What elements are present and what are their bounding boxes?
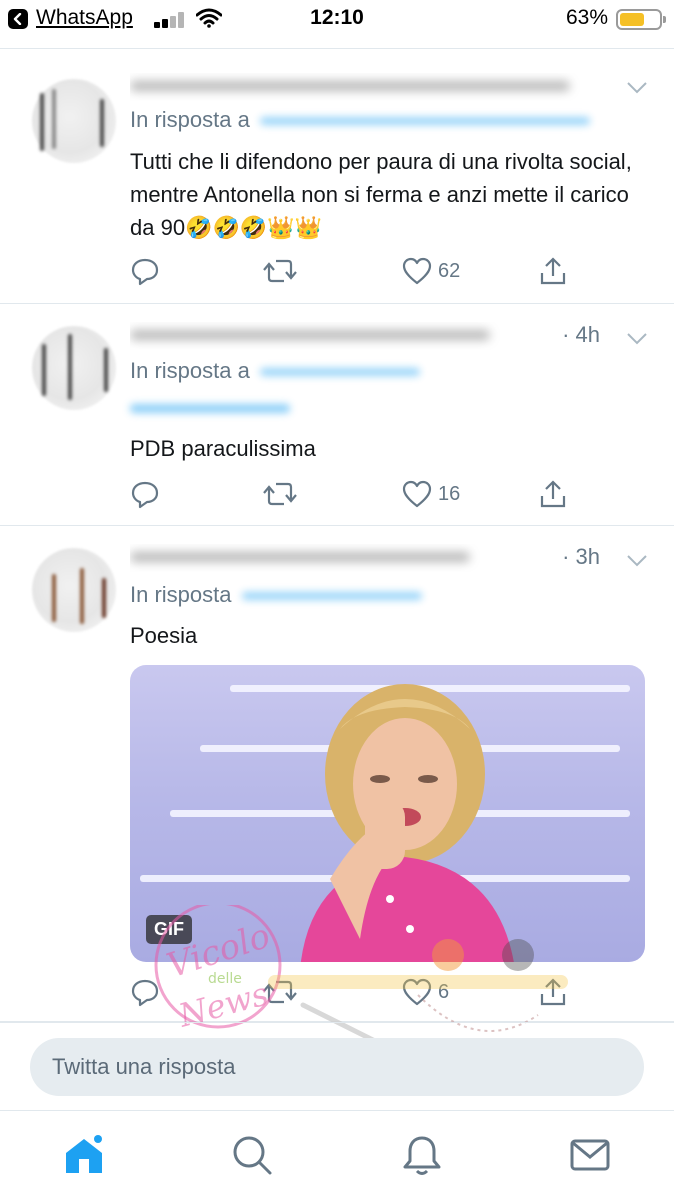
reply-prefix: In risposta xyxy=(130,582,232,607)
share-button[interactable] xyxy=(538,478,568,510)
retweet-icon xyxy=(263,259,297,283)
tweet[interactable]: In risposta a Tutti che li difendono per… xyxy=(0,49,674,304)
tab-home[interactable] xyxy=(62,1133,106,1177)
retweet-button[interactable] xyxy=(262,976,298,1008)
bell-icon xyxy=(403,1136,441,1175)
reply-button[interactable] xyxy=(130,478,160,510)
reply-handle-redacted[interactable] xyxy=(259,368,420,377)
search-icon xyxy=(233,1136,272,1175)
like-count: 6 xyxy=(438,980,450,1003)
heart-icon xyxy=(402,978,432,1006)
like-count: 62 xyxy=(438,259,461,282)
author-name-redacted[interactable]: · 4h xyxy=(130,322,600,350)
mail-icon xyxy=(570,1139,610,1171)
avatar[interactable] xyxy=(32,326,116,410)
reply-icon xyxy=(131,979,159,1007)
chevron-down-icon[interactable] xyxy=(626,554,648,568)
reply-handle-redacted[interactable] xyxy=(241,592,422,601)
reply-input[interactable] xyxy=(30,1038,644,1096)
home-icon xyxy=(66,1135,102,1173)
status-bar: WhatsApp 12:10 63% xyxy=(0,0,674,38)
reply-icon xyxy=(131,258,159,286)
tab-search[interactable] xyxy=(230,1133,274,1177)
share-icon xyxy=(540,480,566,508)
heart-icon xyxy=(402,480,432,508)
like-button[interactable]: 6 xyxy=(402,976,449,1008)
tweet-meta: · 3h xyxy=(562,544,600,569)
author-name-redacted[interactable]: · 3h xyxy=(130,544,600,572)
author-name-redacted[interactable] xyxy=(130,73,600,101)
gif-person-image xyxy=(300,684,514,962)
tweet-actions: 16 xyxy=(130,478,570,510)
reply-context: In risposta a xyxy=(130,107,590,133)
tweet-actions: 6 xyxy=(130,976,570,1008)
heart-icon xyxy=(402,257,432,285)
share-icon xyxy=(540,978,566,1006)
share-button[interactable] xyxy=(538,976,568,1008)
like-button[interactable]: 16 xyxy=(402,478,460,510)
retweet-button[interactable] xyxy=(262,255,298,287)
avatar[interactable] xyxy=(32,79,116,163)
tweet-text: Poesia xyxy=(130,623,198,648)
battery-level-fill xyxy=(620,13,644,26)
share-icon xyxy=(540,257,566,285)
gif-badge: GIF xyxy=(146,915,192,944)
reply-icon xyxy=(131,481,159,509)
reply-context: In risposta a xyxy=(130,358,420,384)
like-button[interactable]: 62 xyxy=(402,255,460,287)
battery-percent: 63% xyxy=(565,6,608,29)
reply-button[interactable] xyxy=(130,976,160,1008)
reply-handle-redacted[interactable] xyxy=(259,117,590,126)
reply-button[interactable] xyxy=(130,255,160,287)
like-count: 16 xyxy=(438,482,461,505)
retweet-icon xyxy=(263,482,297,506)
retweet-button[interactable] xyxy=(262,478,298,510)
reply-prefix: In risposta a xyxy=(130,107,250,132)
tweet[interactable]: · 4h In risposta a PDB paraculissima 16 xyxy=(0,304,674,526)
tweet-text: PDB paraculissima xyxy=(130,436,316,461)
tab-notifications[interactable] xyxy=(400,1133,444,1177)
battery-icon xyxy=(616,9,666,30)
share-button[interactable] xyxy=(538,255,568,287)
reply-bar-divider xyxy=(0,1022,674,1023)
chevron-down-icon[interactable] xyxy=(626,332,648,346)
reply-prefix: In risposta a xyxy=(130,358,250,383)
tab-bar xyxy=(0,1110,674,1200)
reply-context: In risposta xyxy=(130,582,422,608)
tweet-meta: · 4h xyxy=(562,322,600,347)
avatar[interactable] xyxy=(32,548,116,632)
retweet-icon xyxy=(263,980,297,1004)
gif-media[interactable]: GIF xyxy=(130,665,645,962)
tweet-text: Tutti che li difendono per paura di una … xyxy=(130,149,632,240)
tweet-actions: 62 xyxy=(130,255,570,287)
reply-handle-redacted[interactable] xyxy=(130,404,290,413)
tab-messages[interactable] xyxy=(568,1133,612,1177)
chevron-down-icon[interactable] xyxy=(626,81,648,95)
